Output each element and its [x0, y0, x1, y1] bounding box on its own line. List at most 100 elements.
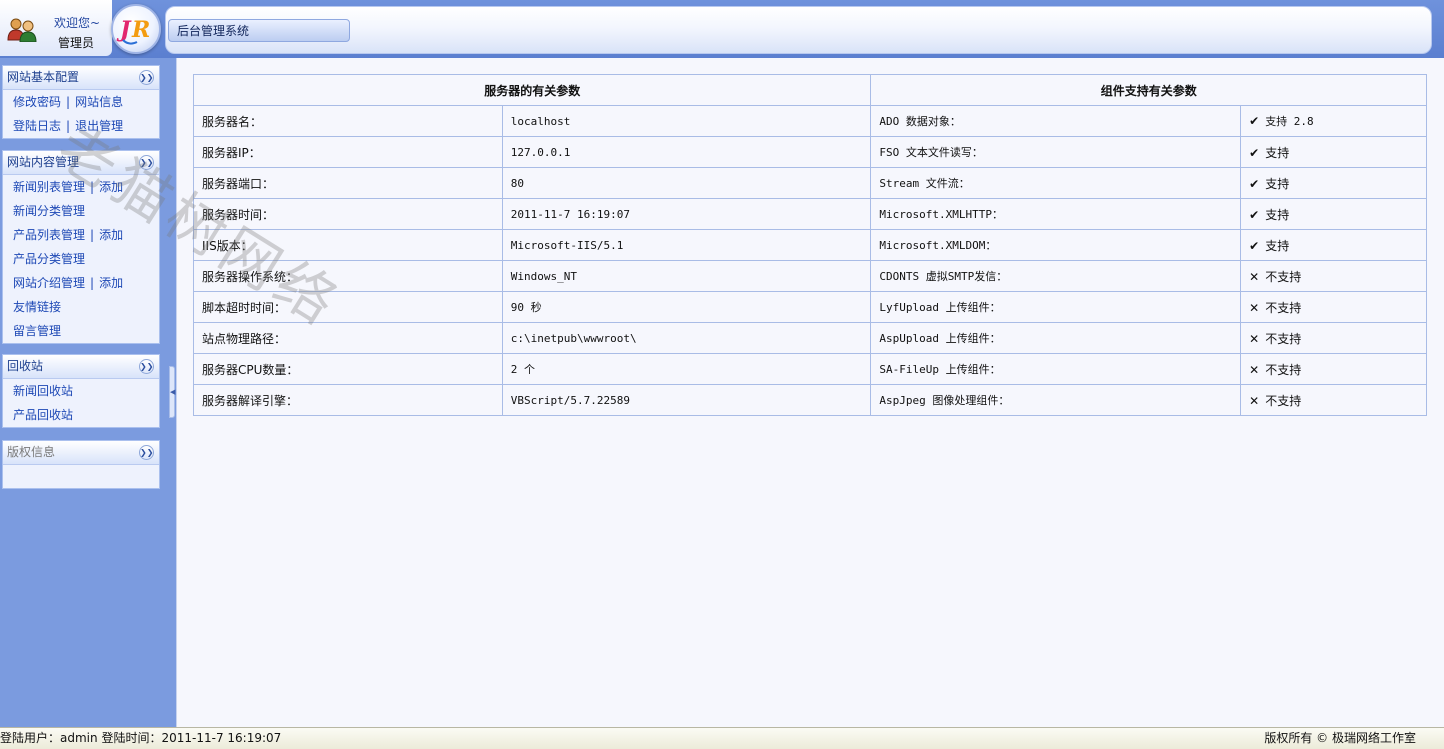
change-password-link[interactable]: 修改密码 — [13, 95, 61, 109]
logo-mark-icon: J R — [116, 17, 150, 45]
login-log-link[interactable]: 登陆日志 — [13, 119, 61, 133]
server-param-value: localhost — [501, 105, 872, 137]
panel-header[interactable]: 回收站 ❯❯ — [3, 355, 159, 379]
server-param-value: Windows_NT — [501, 260, 872, 292]
status-text: 不支持 — [1265, 300, 1302, 315]
site-info-link[interactable]: 网站信息 — [75, 95, 123, 109]
collapse-icon[interactable]: ❯❯ — [139, 359, 154, 374]
table-row: 服务器解译引擎： VBScript/5.7.22589 AspJpeg 图像处理组件… — [193, 384, 1427, 416]
welcome-area: 欢迎您~ 管理员 — [0, 0, 112, 56]
server-param-value: c:\inetpub\wwwroot\ — [501, 322, 872, 354]
cross-icon: ✕ — [1249, 331, 1260, 346]
check-icon: ✔ — [1249, 207, 1260, 222]
status-text: 支持 — [1265, 207, 1290, 222]
site-intro-link[interactable]: 网站介绍管理 — [13, 276, 85, 290]
login-info: 登陆用户：admin 登陆时间：2011-11-7 16:19:07 — [0, 728, 281, 749]
sidebar-toggle-icon[interactable]: ◀ — [169, 366, 175, 418]
menu-row: 新闻别表管理 | 添加 — [3, 175, 159, 199]
news-add-link[interactable]: 添加 — [99, 180, 123, 194]
menu-row: 产品分类管理 — [3, 247, 159, 271]
product-recycle-link[interactable]: 产品回收站 — [13, 408, 73, 422]
collapse-icon[interactable]: ❯❯ — [139, 70, 154, 85]
menu-row: 网站介绍管理 | 添加 — [3, 271, 159, 295]
server-param-value: 90 秒 — [501, 291, 872, 323]
panel-header[interactable]: 版权信息 ❯❯ — [3, 441, 159, 465]
check-icon: ✔ — [1249, 114, 1260, 128]
server-param-label: 服务器IP： — [193, 136, 503, 168]
table-row: 服务器操作系统： Windows_NT CDONTS 虚拟SMTP发信： ✕ 不支持 — [193, 260, 1427, 292]
component-status: ✔ 支持 — [1240, 167, 1427, 199]
panel-title: 网站内容管理 — [7, 155, 80, 169]
status-text: 不支持 — [1265, 331, 1302, 346]
table-row: 站点物理路径： c:\inetpub\wwwroot\ AspUpload 上传组件… — [193, 322, 1427, 354]
cross-icon: ✕ — [1249, 393, 1260, 408]
server-param-value: Microsoft-IIS/5.1 — [501, 229, 872, 261]
sidebar: 网站基本配置 ❯❯ 修改密码 | 网站信息 登陆日志 | 退出管理 网站内容管理 ❯❯ … — [0, 58, 170, 727]
component-label: Microsoft.XMLHTTP： — [870, 198, 1242, 230]
component-status: ✔ 支持 — [1240, 136, 1427, 168]
collapse-icon[interactable]: ❯❯ — [139, 155, 154, 170]
server-param-value: 127.0.0.1 — [501, 136, 872, 168]
product-add-link[interactable]: 添加 — [99, 228, 123, 242]
panel-recycle-bin: 回收站 ❯❯ 新闻回收站 产品回收站 — [2, 354, 160, 428]
friend-links-link[interactable]: 友情链接 — [13, 300, 61, 314]
product-list-link[interactable]: 产品列表管理 — [13, 228, 85, 242]
login-time-label: 登陆时间： — [101, 731, 162, 745]
server-param-value: VBScript/5.7.22589 — [501, 384, 872, 416]
menu-row: 产品回收站 — [3, 403, 159, 427]
server-param-label: 脚本超时时间： — [193, 291, 503, 323]
table-row: 服务器时间： 2011-11-7 16:19:07 Microsoft.XMLHTT… — [193, 198, 1427, 230]
table-row: 服务器名： localhost ADO 数据对象： ✔ 支持 2.8 — [193, 105, 1427, 137]
logout-link[interactable]: 退出管理 — [75, 119, 123, 133]
login-user: admin — [60, 731, 98, 745]
table-header-row: 服务器的有关参数 组件支持有关参数 — [192, 74, 1427, 106]
news-category-link[interactable]: 新闻分类管理 — [13, 204, 85, 218]
component-status: ✕ 不支持 — [1240, 384, 1427, 416]
cross-icon: ✕ — [1249, 269, 1260, 284]
menu-row: 留言管理 — [3, 319, 159, 343]
component-label: CDONTS 虚拟SMTP发信： — [870, 260, 1242, 292]
table-row: 脚本超时时间： 90 秒 LyfUpload 上传组件： ✕ 不支持 — [193, 291, 1427, 323]
server-param-value: 80 — [501, 167, 872, 199]
status-text: 不支持 — [1265, 362, 1302, 377]
panel-header[interactable]: 网站基本配置 ❯❯ — [3, 66, 159, 90]
component-status: ✔ 支持 2.8 — [1240, 105, 1427, 137]
status-text: 支持 — [1265, 238, 1290, 253]
status-text: 不支持 — [1265, 269, 1302, 284]
component-status: ✕ 不支持 — [1240, 260, 1427, 292]
news-recycle-link[interactable]: 新闻回收站 — [13, 384, 73, 398]
check-icon: ✔ — [1249, 176, 1260, 191]
server-param-label: 站点物理路径： — [193, 322, 503, 354]
guestbook-link[interactable]: 留言管理 — [13, 324, 61, 338]
menu-row: 友情链接 — [3, 295, 159, 319]
news-list-link[interactable]: 新闻别表管理 — [13, 180, 85, 194]
server-param-value: 2 个 — [501, 353, 872, 385]
status-text: 不支持 — [1265, 393, 1302, 408]
table-row: 服务器CPU数量： 2 个 SA-FileUp 上传组件： ✕ 不支持 — [193, 353, 1427, 385]
component-status: ✔ 支持 — [1240, 198, 1427, 230]
users-icon — [7, 18, 37, 42]
system-title: 后台管理系统 — [168, 19, 350, 42]
panel-copyright: 版权信息 ❯❯ — [2, 440, 160, 489]
panel-header[interactable]: 网站内容管理 ❯❯ — [3, 151, 159, 175]
status-bar: 登陆用户：admin 登陆时间：2011-11-7 16:19:07 版权所有 … — [0, 727, 1444, 749]
svg-text:R: R — [131, 17, 150, 43]
server-param-label: 服务器名： — [193, 105, 503, 137]
component-label: AspUpload 上传组件： — [870, 322, 1242, 354]
menu-row: 修改密码 | 网站信息 — [3, 90, 159, 114]
component-label: Microsoft.XMLDOM： — [870, 229, 1242, 261]
status-text: 支持 2.8 — [1265, 115, 1314, 128]
component-label: ADO 数据对象： — [870, 105, 1242, 137]
product-category-link[interactable]: 产品分类管理 — [13, 252, 85, 266]
status-text: 支持 — [1265, 145, 1290, 160]
main-content: 服务器的有关参数 组件支持有关参数 服务器名： localhost ADO 数据对象… — [176, 58, 1444, 727]
separator: | — [66, 119, 71, 133]
server-param-label: IIS版本： — [193, 229, 503, 261]
site-intro-add-link[interactable]: 添加 — [99, 276, 123, 290]
collapse-icon[interactable]: ❯❯ — [139, 445, 154, 460]
panel-title: 回收站 — [7, 359, 44, 373]
table-row: IIS版本： Microsoft-IIS/5.1 Microsoft.XMLDOM：… — [193, 229, 1427, 261]
component-label: LyfUpload 上传组件： — [870, 291, 1242, 323]
separator: | — [66, 95, 71, 109]
separator: | — [90, 180, 95, 194]
